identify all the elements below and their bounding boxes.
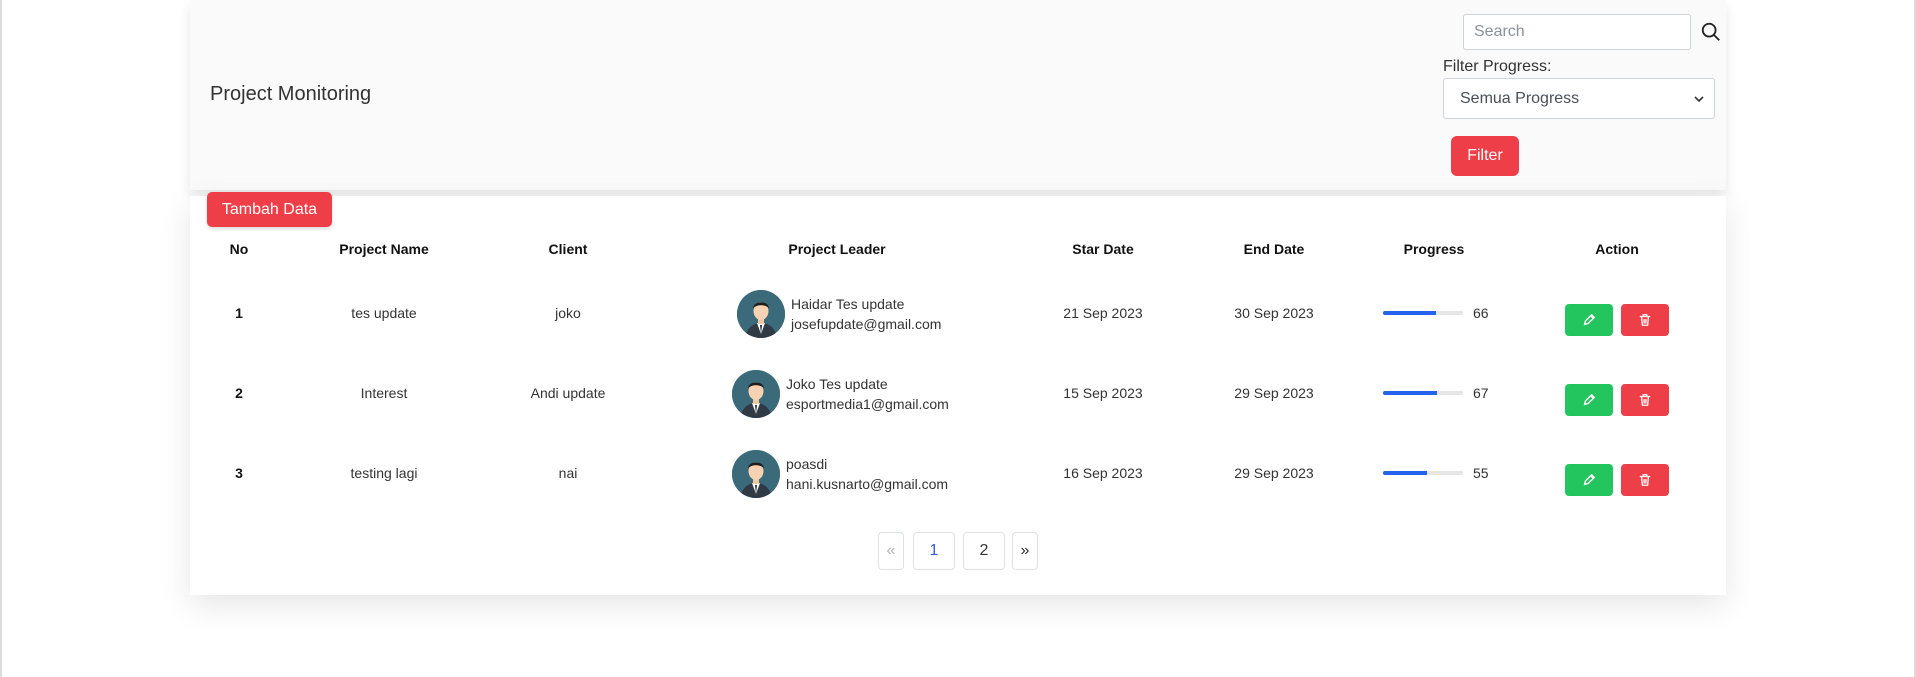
progress-bar-fill (1383, 311, 1436, 315)
project-name: tes update (351, 305, 417, 321)
progress-bar (1383, 391, 1463, 395)
add-data-button[interactable]: Tambah Data (207, 192, 332, 227)
progress-indicator: 55 (1383, 465, 1489, 481)
project-leader: Joko Tes update esportmedia1@gmail.com (732, 370, 949, 418)
table-row: 2 Interest Andi update Joko Tes update e… (190, 356, 1726, 436)
person-avatar-icon (732, 450, 780, 498)
progress-indicator: 67 (1383, 385, 1489, 401)
column-header-no: No (229, 241, 249, 257)
leader-name: poasdi (786, 456, 828, 472)
pencil-icon (1583, 313, 1596, 326)
progress-value: 67 (1473, 385, 1489, 401)
filter-button[interactable]: Filter (1451, 136, 1519, 176)
trash-icon (1639, 314, 1651, 326)
avatar (732, 370, 780, 418)
project-name: testing lagi (350, 465, 418, 481)
progress-value: 55 (1473, 465, 1489, 481)
trash-icon (1639, 394, 1651, 406)
client-name: nai (558, 465, 578, 481)
progress-value: 66 (1473, 305, 1489, 321)
search-input[interactable] (1463, 14, 1691, 50)
column-header-end-date: End Date (1243, 241, 1305, 257)
start-date: 15 Sep 2023 (1063, 385, 1143, 401)
progress-bar (1383, 471, 1463, 475)
leader-email: esportmedia1@gmail.com (786, 396, 949, 412)
header-card: Project Monitoring Filter Progress: Semu… (190, 0, 1726, 190)
row-number: 2 (235, 385, 243, 401)
progress-bar-fill (1383, 471, 1427, 475)
pencil-icon (1583, 473, 1596, 486)
column-header-progress: Progress (1403, 241, 1465, 257)
filter-progress-value: Semua Progress (1460, 89, 1580, 107)
search-icon[interactable] (1700, 21, 1722, 43)
project-leader: poasdi hani.kusnarto@gmail.com (732, 450, 948, 498)
pagination-page-2[interactable]: 2 (963, 532, 1005, 570)
column-header-action: Action (1595, 241, 1639, 257)
end-date: 29 Sep 2023 (1234, 465, 1314, 481)
leader-email: josefupdate@gmail.com (791, 316, 942, 332)
project-leader: Haidar Tes update josefupdate@gmail.com (737, 290, 941, 338)
chevron-down-icon (1694, 96, 1704, 103)
trash-icon (1639, 474, 1651, 486)
pagination-next[interactable]: » (1012, 532, 1038, 570)
column-header-project-name: Project Name (339, 241, 429, 257)
filter-progress-select[interactable]: Semua Progress (1443, 78, 1715, 119)
delete-button[interactable] (1621, 304, 1669, 336)
leader-name: Joko Tes update (786, 376, 888, 392)
column-header-project-leader: Project Leader (788, 241, 886, 257)
person-avatar-icon (732, 370, 780, 418)
client-name: joko (555, 305, 581, 321)
person-avatar-icon (737, 290, 785, 338)
avatar (737, 290, 785, 338)
table-row: 1 tes update joko Haidar Tes update jose… (190, 276, 1726, 356)
edit-button[interactable] (1565, 384, 1613, 416)
delete-button[interactable] (1621, 384, 1669, 416)
project-table-card: Tambah Data No Project Name Client Proje… (190, 192, 1726, 595)
project-name: Interest (360, 385, 408, 401)
avatar (732, 450, 780, 498)
column-header-start-date: Star Date (1072, 241, 1134, 257)
progress-indicator: 66 (1383, 305, 1489, 321)
row-number: 1 (235, 305, 243, 321)
end-date: 29 Sep 2023 (1234, 385, 1314, 401)
leader-name: Haidar Tes update (791, 296, 905, 312)
edit-button[interactable] (1565, 464, 1613, 496)
leader-email: hani.kusnarto@gmail.com (786, 476, 949, 492)
progress-bar-fill (1383, 391, 1437, 395)
client-name: Andi update (530, 385, 606, 401)
page-title: Project Monitoring (210, 83, 372, 105)
progress-bar (1383, 311, 1463, 315)
pagination-page-1[interactable]: 1 (913, 532, 955, 570)
table-row: 3 testing lagi nai poasdi hani.kusnarto@… (190, 436, 1726, 516)
filter-progress-label: Filter Progress: (1443, 58, 1552, 75)
delete-button[interactable] (1621, 464, 1669, 496)
pagination-prev[interactable]: « (878, 532, 904, 570)
pencil-icon (1583, 393, 1596, 406)
edit-button[interactable] (1565, 304, 1613, 336)
row-number: 3 (235, 465, 243, 481)
end-date: 30 Sep 2023 (1234, 305, 1314, 321)
column-header-client: Client (548, 241, 588, 257)
start-date: 21 Sep 2023 (1063, 305, 1143, 321)
start-date: 16 Sep 2023 (1063, 465, 1143, 481)
